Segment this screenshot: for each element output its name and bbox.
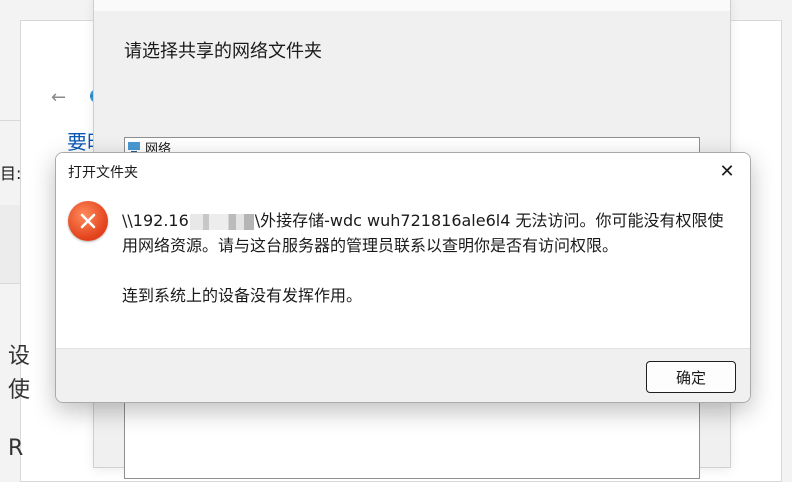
close-icon: ✕ [719, 160, 735, 182]
close-button[interactable]: ✕ [704, 153, 750, 189]
background-text: 使 [8, 378, 31, 403]
error-path-prefix: \\192.16 [122, 211, 189, 230]
browse-prompt: 请选择共享的网络文件夹 [124, 41, 322, 62]
redacted-address [189, 213, 254, 230]
arrow-left-icon[interactable]: ← [51, 87, 66, 108]
dialog-title: 打开文件夹 [68, 165, 138, 181]
error-icon [68, 201, 108, 241]
error-detail: 连到系统上的设备没有发挥作用。 [122, 286, 363, 305]
background-panel [0, 205, 20, 284]
background-text: R [8, 436, 24, 461]
dialog-titlebar[interactable]: 打开文件夹 ✕ [56, 153, 750, 189]
error-dialog: 打开文件夹 ✕ \\192.16 \外接存储-wdc wuh721816ale6l… [55, 152, 751, 403]
background-label: 目: [0, 164, 22, 183]
error-message: \\192.16 \外接存储-wdc wuh721816ale6l4 无法访问。你… [122, 208, 732, 308]
divider [0, 120, 20, 121]
background-text: 设 [8, 344, 31, 369]
dialog-footer: 确定 [56, 348, 750, 402]
ok-button[interactable]: 确定 [646, 361, 736, 393]
browse-titlebar [94, 0, 730, 11]
error-message-main: \\192.16 \外接存储-wdc wuh721816ale6l4 无法访问。你… [122, 208, 732, 258]
